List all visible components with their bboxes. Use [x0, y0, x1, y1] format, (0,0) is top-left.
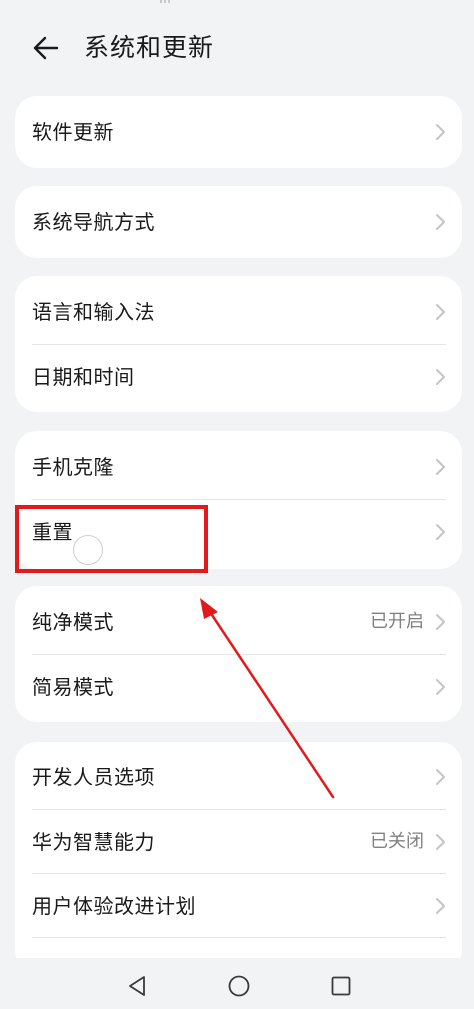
settings-group-update: 软件更新	[15, 96, 462, 168]
list-item-label: 重置	[32, 520, 73, 544]
chevron-right-icon	[436, 124, 445, 140]
list-item-software-update[interactable]: 软件更新	[15, 96, 462, 168]
settings-group-modes: 纯净模式 已开启 简易模式	[15, 586, 462, 722]
list-item-label: 纯净模式	[32, 610, 114, 634]
list-item-label: 软件更新	[32, 120, 114, 144]
nav-back-button[interactable]	[125, 974, 149, 998]
list-item-status: 已开启	[370, 611, 424, 632]
list-item-simple-mode[interactable]: 简易模式	[15, 655, 462, 719]
settings-group-navigation: 系统导航方式	[15, 186, 462, 258]
list-item-label: 日期和时间	[32, 365, 135, 389]
chevron-right-icon	[436, 679, 445, 695]
list-item-label: 手机克隆	[32, 455, 114, 479]
list-item-huawei-smart[interactable]: 华为智慧能力 已关闭	[15, 810, 462, 874]
settings-group-language-time: 语言和输入法 日期和时间	[15, 276, 462, 412]
chevron-right-icon	[436, 304, 445, 320]
list-item-status: 已关闭	[370, 831, 424, 852]
chevron-right-icon	[436, 614, 445, 630]
list-item-label: 系统导航方式	[32, 210, 155, 234]
triangle-back-icon	[129, 976, 145, 996]
back-button[interactable]	[28, 30, 64, 66]
system-navigation-bar	[0, 958, 474, 1009]
list-item-label: 华为智慧能力	[32, 830, 155, 854]
nav-home-button[interactable]	[227, 974, 251, 998]
settings-group-clone-reset: 手机克隆 重置	[15, 431, 462, 569]
chevron-right-icon	[436, 898, 445, 914]
arrow-left-icon	[33, 36, 59, 60]
chevron-right-icon	[436, 769, 445, 785]
list-item-phone-clone[interactable]: 手机克隆	[15, 435, 462, 499]
list-item-language-input[interactable]: 语言和输入法	[15, 280, 462, 344]
circle-home-icon	[228, 975, 250, 997]
chevron-right-icon	[436, 459, 445, 475]
list-item-label: 开发人员选项	[32, 765, 155, 789]
chevron-right-icon	[436, 214, 445, 230]
list-item-label: 语言和输入法	[32, 300, 155, 324]
divider	[32, 937, 446, 938]
chevron-right-icon	[436, 524, 445, 540]
square-recent-icon	[331, 976, 351, 996]
list-item-label: 简易模式	[32, 675, 114, 699]
nav-recent-button[interactable]	[329, 974, 353, 998]
page-title: 系统和更新	[84, 33, 215, 62]
list-item-pure-mode[interactable]: 纯净模式 已开启	[15, 590, 462, 654]
list-item-reset[interactable]: 重置	[15, 500, 462, 564]
list-item-developer-options[interactable]: 开发人员选项	[15, 745, 462, 809]
list-item-label: 用户体验改进计划	[32, 894, 196, 918]
list-item-system-navigation[interactable]: 系统导航方式	[15, 186, 462, 258]
list-item-user-experience[interactable]: 用户体验改进计划	[15, 874, 462, 938]
status-bar-indicator	[160, 0, 174, 4]
chevron-right-icon	[436, 834, 445, 850]
settings-group-developer: 开发人员选项 华为智慧能力 已关闭 用户体验改进计划	[15, 742, 462, 972]
chevron-right-icon	[436, 369, 445, 385]
page-header: 系统和更新	[0, 22, 474, 74]
list-item-date-time[interactable]: 日期和时间	[15, 345, 462, 409]
